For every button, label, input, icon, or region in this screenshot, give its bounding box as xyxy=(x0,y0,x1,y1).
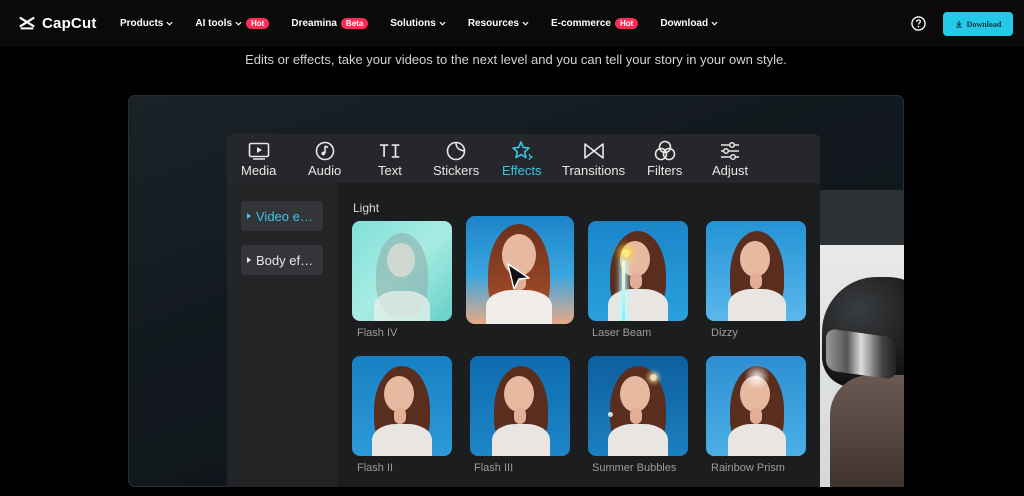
nav-solutions-label: Solutions xyxy=(390,18,436,29)
caret-right-icon xyxy=(247,257,251,263)
effect-thumb-flash-iii[interactable] xyxy=(470,356,570,456)
sticker-icon xyxy=(446,141,466,161)
nav-ai-tools[interactable]: AI tools Hot xyxy=(195,18,270,29)
tab-stickers[interactable]: Stickers xyxy=(433,140,479,178)
effect-thumb-laser-beam[interactable] xyxy=(588,221,688,321)
effect-label-dizzy: Dizzy xyxy=(711,327,738,339)
effects-category-rail: Video e… Body ef… xyxy=(227,183,337,487)
help-icon[interactable] xyxy=(911,16,926,31)
nav-download[interactable]: Download xyxy=(660,18,718,29)
tab-effects-label: Effects xyxy=(502,163,542,178)
nav-ai-tools-label: AI tools xyxy=(195,18,233,29)
effect-label-laser-beam: Laser Beam xyxy=(592,327,652,339)
tab-media-label: Media xyxy=(241,163,277,178)
tab-filters[interactable]: Filters xyxy=(647,140,682,178)
sparkle-star-icon xyxy=(511,141,533,161)
tab-effects[interactable]: Effects xyxy=(502,140,542,178)
effect-thumb-flash-iv[interactable] xyxy=(352,221,452,321)
nav-ecommerce-label: E-commerce xyxy=(550,18,611,29)
chevron-down-icon xyxy=(522,21,529,26)
beta-badge: Beta xyxy=(340,18,369,29)
nav-download-label: Download xyxy=(660,18,709,29)
hero-subtitle: Edits or effects, take your videos to th… xyxy=(245,52,787,67)
tab-audio-label: Audio xyxy=(308,163,342,178)
effect-label-rainbow-prism: Rainbow Prism xyxy=(711,462,785,474)
side-photo-backdrop xyxy=(818,190,904,245)
hot-badge: Hot xyxy=(246,18,270,29)
mouse-cursor-icon xyxy=(507,263,530,290)
download-icon xyxy=(955,21,962,28)
section-title: Light xyxy=(353,201,380,215)
effect-label-flash-iii: Flash III xyxy=(474,462,514,474)
nav-products[interactable]: Products xyxy=(120,18,173,29)
tab-stickers-label: Stickers xyxy=(433,163,480,178)
nav-products-label: Products xyxy=(120,18,164,29)
hot-badge: Hot xyxy=(615,18,639,29)
download-button[interactable]: Download xyxy=(943,12,1013,36)
side-photo-helmet xyxy=(818,245,904,487)
rail-body-effects[interactable]: Body ef… xyxy=(241,245,323,275)
download-button-label: Download xyxy=(966,19,1002,29)
rail-video-effects[interactable]: Video e… xyxy=(241,201,323,231)
nav-ecommerce[interactable]: E-commerce Hot xyxy=(550,18,639,29)
play-screen-icon xyxy=(248,142,270,160)
sliders-icon xyxy=(721,141,740,161)
tab-transitions[interactable]: Transitions xyxy=(562,140,625,178)
effect-label-summer-bubbles: Summer Bubbles xyxy=(592,462,677,474)
text-icon xyxy=(379,144,400,158)
capcut-logo-icon xyxy=(19,16,35,30)
caret-right-icon xyxy=(247,213,251,219)
effect-label-flash-iv: Flash IV xyxy=(357,327,398,339)
chevron-down-icon xyxy=(439,21,446,26)
rail-video-effects-label: Video e… xyxy=(256,208,313,224)
tab-audio[interactable]: Audio xyxy=(308,140,341,178)
effect-thumb-dizzy[interactable] xyxy=(706,221,806,321)
nav-solutions[interactable]: Solutions xyxy=(390,18,446,29)
brand-name: CapCut xyxy=(42,14,97,32)
chevron-down-icon xyxy=(166,21,173,26)
nav-resources[interactable]: Resources xyxy=(468,18,529,29)
capcut-logo[interactable]: CapCut xyxy=(18,14,97,32)
chevron-down-icon xyxy=(711,21,718,26)
nav-dreamina[interactable]: Dreamina Beta xyxy=(291,18,369,29)
editor-tabs: Media Audio Text Stickers Effects Transi… xyxy=(227,134,820,183)
tab-adjust[interactable]: Adjust xyxy=(712,140,748,178)
music-note-icon xyxy=(315,141,334,161)
tab-text-label: Text xyxy=(378,163,402,178)
tab-transitions-label: Transitions xyxy=(562,163,626,178)
effect-thumb-summer-bubbles[interactable] xyxy=(588,356,688,456)
main-menu: Products AI tools Hot Dreamina Beta Solu… xyxy=(120,0,740,47)
chevron-down-icon xyxy=(235,21,242,26)
effect-thumb-rainbow-prism[interactable] xyxy=(706,356,806,456)
nav-dreamina-label: Dreamina xyxy=(291,18,337,29)
tab-filters-label: Filters xyxy=(647,163,683,178)
nav-resources-label: Resources xyxy=(467,18,519,29)
effect-label-flash-ii: Flash II xyxy=(357,462,394,474)
top-nav: CapCut Products AI tools Hot Dreamina Be… xyxy=(0,0,1024,47)
filters-icon xyxy=(654,140,675,161)
rail-body-effects-label: Body ef… xyxy=(256,252,314,268)
effect-thumb-flash-ii[interactable] xyxy=(352,356,452,456)
tab-adjust-label: Adjust xyxy=(712,163,749,178)
bowtie-icon xyxy=(583,143,604,159)
tab-text[interactable]: Text xyxy=(378,140,402,178)
tab-media[interactable]: Media xyxy=(241,140,276,178)
